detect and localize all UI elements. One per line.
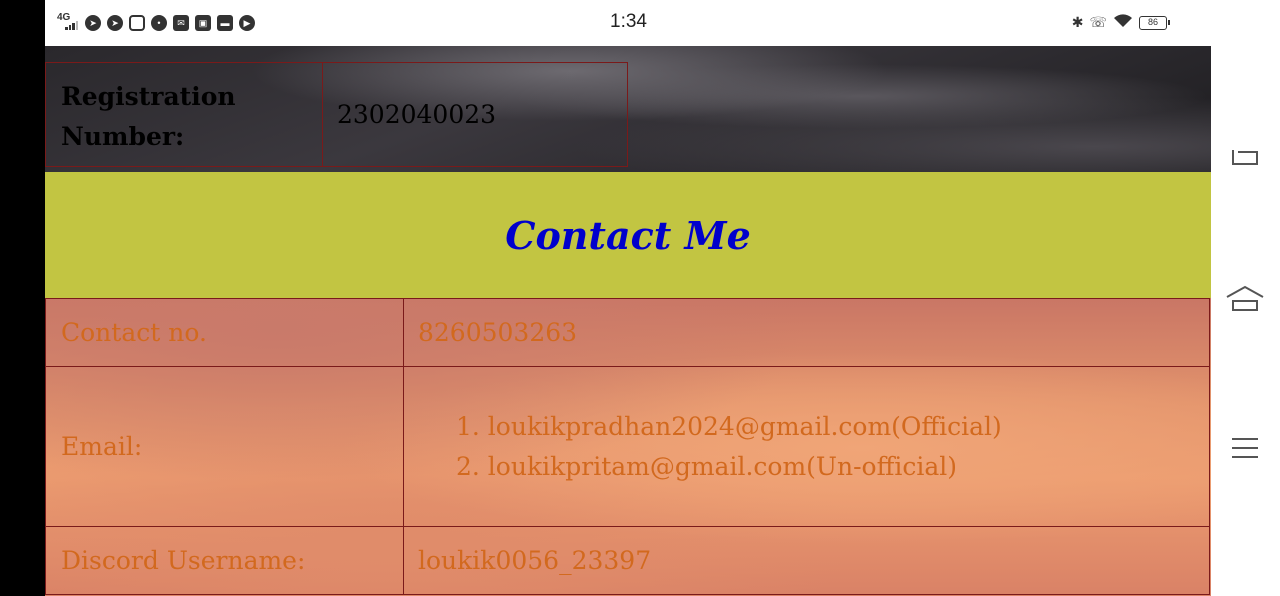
back-icon (1232, 150, 1258, 165)
table-row: Discord Username: loukik0056_23397 (45, 526, 1210, 595)
status-left-icons: 4G ➤ ➤ • ✉ ▣ ▬ ▶ (57, 13, 255, 33)
battery-icon: 86 (1139, 15, 1170, 30)
network-indicator: 4G (57, 13, 79, 33)
left-black-strip (0, 0, 45, 596)
bluetooth-icon: ✱ (1071, 14, 1084, 30)
navigation-bar (1211, 0, 1280, 596)
youtube-icon: ▶ (239, 15, 255, 31)
contact-no-label: Contact no. (45, 298, 404, 367)
contact-title: Contact Me (505, 212, 751, 258)
registration-section: Registration Number: 2302040023 (45, 46, 1211, 172)
telegram-icon: ➤ (85, 15, 101, 31)
home-icon (1226, 285, 1264, 311)
discord-value: loukik0056_23397 (403, 526, 1210, 595)
paytm-icon: ▬ (217, 15, 233, 31)
email-unofficial: 2. loukikpritam@gmail.com(Un-official) (456, 451, 957, 481)
email-list: 1. loukikpradhan2024@gmail.com(Official)… (418, 407, 1209, 487)
registration-value: 2302040023 (322, 62, 628, 167)
clock: 1:34 (610, 11, 647, 32)
telegram-icon: ➤ (107, 15, 123, 31)
contact-section: Contact no. 8260503263 Email: 1. loukikp… (45, 298, 1211, 596)
registration-table: Registration Number: 2302040023 (45, 62, 628, 167)
discord-label: Discord Username: (45, 526, 404, 595)
home-button[interactable] (1225, 278, 1265, 318)
call-wifi-icon: ☏ (1089, 14, 1107, 30)
table-row: Email: 1. loukikpradhan2024@gmail.com(Of… (45, 366, 1210, 527)
contact-header: Contact Me (45, 172, 1211, 298)
registration-label: Registration Number: (45, 62, 323, 167)
back-button[interactable] (1225, 138, 1265, 178)
signal-icon (65, 21, 78, 30)
contact-table: Contact no. 8260503263 Email: 1. loukikp… (45, 298, 1210, 595)
menu-icon (1232, 438, 1258, 458)
status-right-icons: ✱ ☏ 86 (1071, 13, 1170, 32)
contact-no-value: 8260503263 (403, 298, 1210, 367)
menu-button[interactable] (1225, 428, 1265, 468)
wifi-icon (1113, 13, 1133, 32)
email-label: Email: (45, 366, 404, 527)
app-icon: ▣ (195, 15, 211, 31)
table-row: Contact no. 8260503263 (45, 298, 1210, 367)
gmail-icon: ✉ (173, 15, 189, 31)
table-row: Registration Number: 2302040023 (45, 62, 628, 167)
email-official: 1. loukikpradhan2024@gmail.com(Official) (456, 411, 1002, 441)
status-bar: 4G ➤ ➤ • ✉ ▣ ▬ ▶ 1:34 ✱ ☏ 86 (45, 0, 1211, 46)
instagram-icon (129, 15, 145, 31)
email-cell: 1. loukikpradhan2024@gmail.com(Official)… (403, 366, 1210, 527)
messages-icon: • (151, 15, 167, 31)
page-content: Registration Number: 2302040023 Contact … (45, 46, 1211, 596)
